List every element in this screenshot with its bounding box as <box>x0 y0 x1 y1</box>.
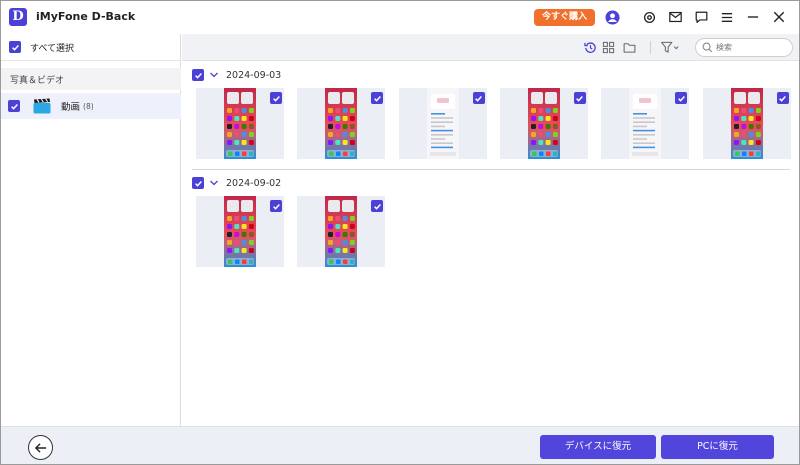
video-thumbnail[interactable] <box>196 196 284 267</box>
videos-checkbox[interactable] <box>8 100 20 112</box>
group-date: 2024-09-03 <box>226 69 282 81</box>
settings-icon[interactable] <box>641 9 657 25</box>
video-clapper-icon <box>33 98 51 114</box>
thumbnail-checkbox[interactable] <box>371 200 384 212</box>
thumbnail-checkbox[interactable] <box>573 92 586 104</box>
toolbar-divider <box>650 41 651 54</box>
group-divider <box>192 169 790 170</box>
arrow-left-icon <box>34 442 47 453</box>
recover-to-device-button[interactable]: デバイスに復元 <box>540 435 656 459</box>
history-icon[interactable] <box>584 41 597 54</box>
app-logo: D <box>9 8 27 26</box>
date-group-header: 2024-09-02 <box>192 176 281 190</box>
mail-icon[interactable] <box>667 9 683 25</box>
group-checkbox[interactable] <box>192 69 204 81</box>
video-thumbnail[interactable] <box>398 88 487 159</box>
recover-to-pc-button[interactable]: PCに復元 <box>661 435 774 459</box>
thumbnail-checkbox[interactable] <box>472 92 485 104</box>
thumbnail-preview <box>325 88 358 159</box>
account-icon[interactable] <box>604 9 620 25</box>
select-all-label: すべて選択 <box>30 43 75 54</box>
minimize-icon[interactable] <box>745 9 761 25</box>
app-title: iMyFone D-Back <box>36 10 136 23</box>
video-thumbnail[interactable] <box>601 88 690 159</box>
category-sidebar: すべて選択 写真＆ビデオ 動画 (8) <box>1 34 181 426</box>
search-input[interactable] <box>716 41 788 54</box>
content-toolbar <box>182 34 799 61</box>
search-icon <box>702 42 713 53</box>
select-all-checkbox[interactable] <box>9 41 21 53</box>
thumbnail-checkbox[interactable] <box>776 92 789 104</box>
thumbnail-checkbox[interactable] <box>371 92 384 104</box>
thumbnail-checkbox[interactable] <box>270 92 282 104</box>
video-thumbnail[interactable] <box>196 88 284 159</box>
video-thumbnail[interactable] <box>499 88 588 159</box>
group-date: 2024-09-02 <box>226 177 282 189</box>
feedback-icon[interactable] <box>693 9 709 25</box>
thumbnail-preview <box>224 196 256 267</box>
sidebar-item-videos[interactable]: 動画 (8) <box>1 93 181 119</box>
thumbnail-preview <box>224 88 256 159</box>
back-button[interactable] <box>28 435 53 460</box>
thumbnail-preview <box>527 88 560 159</box>
search-box[interactable] <box>695 38 793 57</box>
category-photos-videos[interactable]: 写真＆ビデオ <box>1 68 181 90</box>
thumbnail-preview <box>629 88 662 159</box>
group-checkbox[interactable] <box>192 177 204 189</box>
buy-now-button[interactable]: 今すぐ購入 <box>534 9 595 26</box>
thumbnail-preview <box>426 88 459 159</box>
sidebar-item-count: (8) <box>83 101 94 111</box>
thumbnail-checkbox[interactable] <box>270 200 282 212</box>
grid-view-icon[interactable] <box>602 41 615 54</box>
folder-icon[interactable] <box>623 41 636 54</box>
thumbnail-checkbox[interactable] <box>675 92 688 104</box>
video-thumbnail[interactable] <box>702 88 791 159</box>
date-group-header: 2024-09-03 <box>192 68 281 82</box>
chevron-down-icon[interactable] <box>209 70 219 80</box>
action-bar: デバイスに復元 PCに復元 <box>1 426 799 464</box>
menu-icon[interactable] <box>719 9 735 25</box>
close-icon[interactable] <box>771 9 787 25</box>
app-window: D iMyFone D-Back 今すぐ購入 すべて選択 写真＆ビデオ 動画 (… <box>0 0 800 465</box>
video-thumbnail[interactable] <box>297 88 386 159</box>
media-grid-area: 2024-09-03 2024-09-02 <box>182 34 799 426</box>
chevron-down-icon[interactable] <box>209 178 219 188</box>
filter-icon[interactable] <box>660 41 680 54</box>
sidebar-item-label: 動画 <box>61 102 81 113</box>
title-bar: D iMyFone D-Back 今すぐ購入 <box>1 1 799 34</box>
thumbnail-preview <box>325 196 358 267</box>
thumbnail-preview <box>730 88 763 159</box>
select-all-row: すべて選択 <box>1 34 181 61</box>
video-thumbnail[interactable] <box>297 196 386 267</box>
